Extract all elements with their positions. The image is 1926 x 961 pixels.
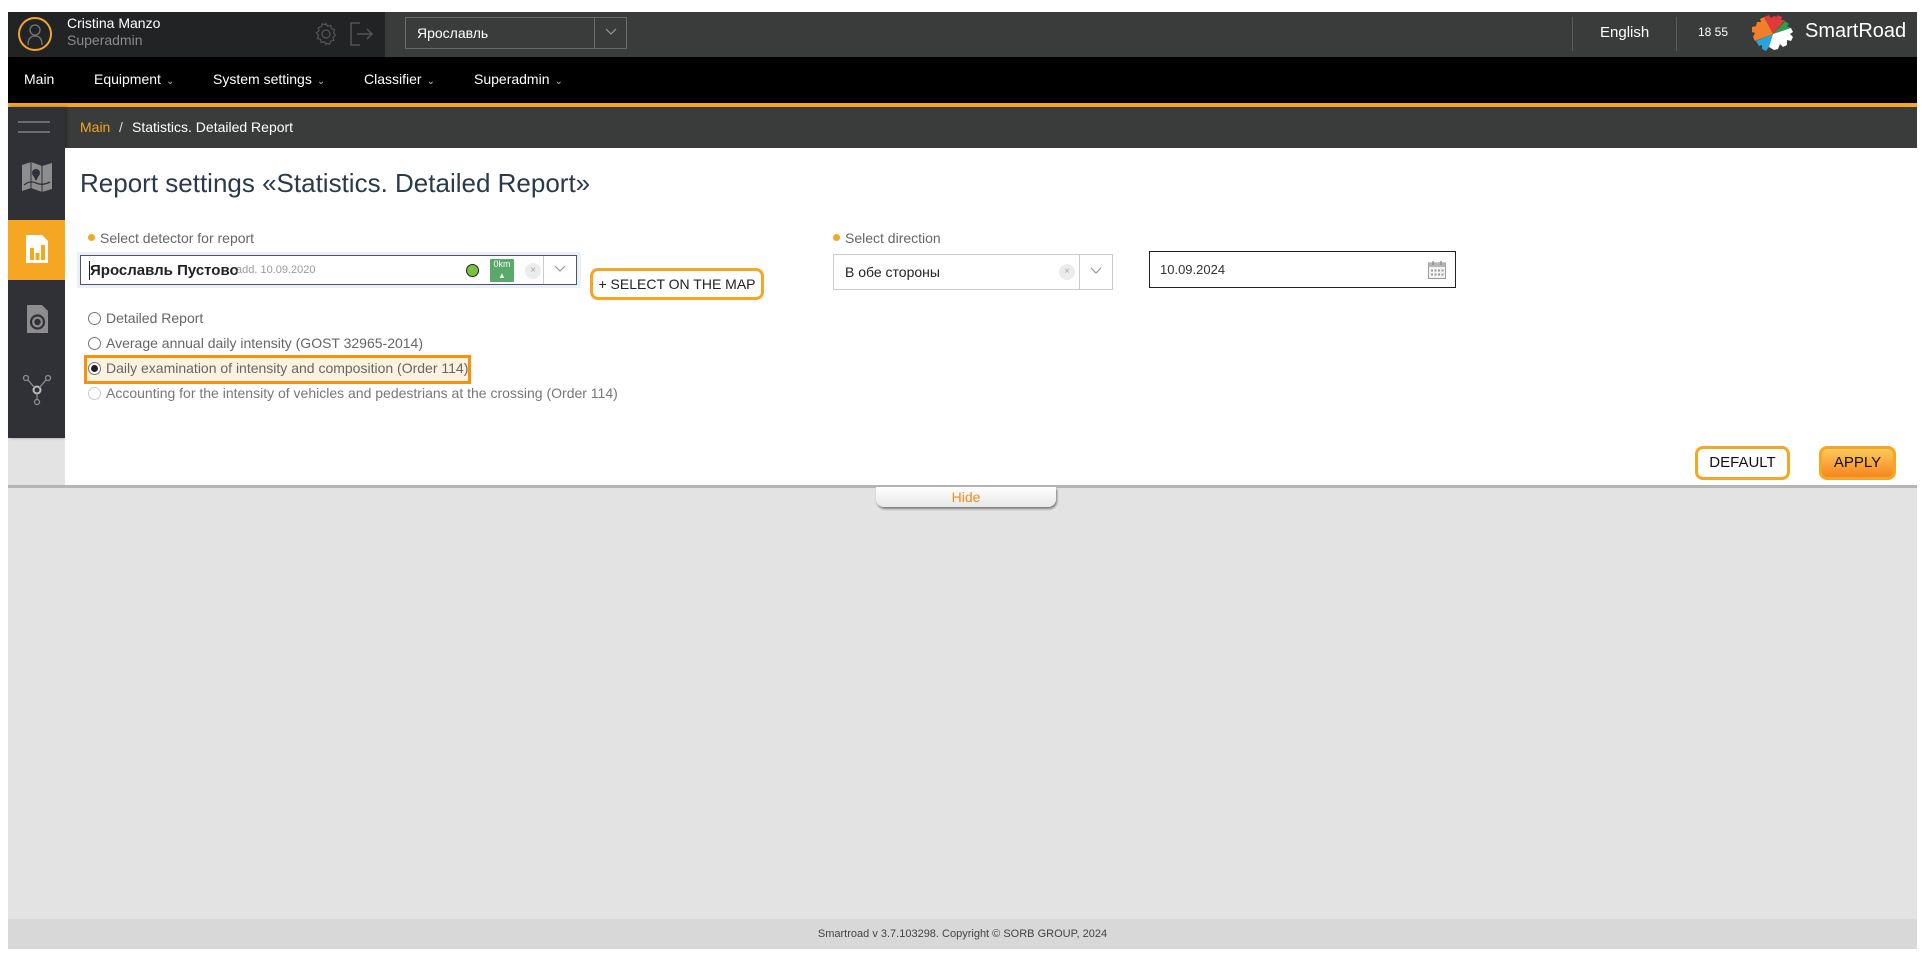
report-settings-panel: Report settings «Statistics. Detailed Re…: [65, 148, 1917, 485]
breadcrumb-current: Statistics. Detailed Report: [132, 119, 294, 135]
footer: Smartroad v 3.7.103298. Copyright © SORB…: [8, 919, 1917, 949]
direction-select[interactable]: В обе стороны ×: [833, 254, 1113, 290]
apply-button[interactable]: APPLY: [1819, 446, 1896, 480]
report-type-option[interactable]: Accounting for the intensity of vehicles…: [88, 385, 618, 401]
option-label: Average annual daily intensity (GOST 329…: [106, 335, 424, 351]
report-type-option[interactable]: Average annual daily intensity (GOST 329…: [88, 335, 423, 351]
required-dot: [833, 234, 840, 241]
calendar-icon[interactable]: [1427, 260, 1447, 280]
header-divider: [1676, 17, 1677, 51]
chevron-down-icon: ⌄: [165, 76, 175, 87]
report-chart-icon: [26, 235, 48, 263]
detector-status-dot: [466, 264, 479, 277]
brand-name: SmartRoad: [1805, 20, 1907, 42]
option-label: Daily examination of intensity and compo…: [106, 360, 469, 376]
user-icon: [27, 24, 43, 46]
chevron-down-icon: [554, 265, 566, 272]
required-dot: [88, 234, 95, 241]
network-nodes-icon: [22, 374, 52, 406]
hamburger-menu-icon[interactable]: [18, 121, 50, 141]
logout-icon[interactable]: [348, 21, 374, 47]
triangle-up-icon: ▲: [498, 271, 506, 280]
radio-button[interactable]: [88, 387, 101, 400]
sidebar: [8, 107, 65, 438]
app-window: Cristina Manzo Superadmin Ярославль Engl…: [8, 12, 1917, 949]
date-value: 10.09.2024: [1160, 262, 1226, 277]
nav-item-equipment[interactable]: Equipment ⌄: [94, 71, 174, 87]
date-input[interactable]: 10.09.2024: [1149, 251, 1456, 288]
breadcrumb-main-link[interactable]: Main: [80, 119, 110, 135]
clock: 18 55: [1698, 25, 1729, 39]
nav-item-classifier[interactable]: Classifier ⌄: [364, 71, 435, 87]
nav-item-label: Classifier: [364, 71, 422, 87]
sidebar-item-map[interactable]: [8, 148, 65, 208]
sidebar-item-devices[interactable]: [8, 290, 65, 350]
nav-item-system-settings[interactable]: System settings ⌄: [213, 71, 325, 87]
hide-panel-button[interactable]: Hide: [876, 487, 1056, 507]
detector-added-date: add. 10.09.2020: [236, 264, 316, 276]
nav-item-main[interactable]: Main: [24, 71, 54, 87]
nav-item-label: Equipment: [94, 71, 161, 87]
detector-select-wrapper: Ярославль Пустово add. 10.09.2020 0km ▲ ×: [77, 252, 581, 288]
camera-device-icon: [27, 305, 48, 333]
detector-dropdown-toggle[interactable]: [543, 256, 576, 284]
user-role: Superadmin: [67, 32, 143, 48]
report-type-option[interactable]: Detailed Report: [88, 310, 203, 326]
direction-label: Select direction: [833, 230, 941, 246]
breadcrumb: Main / Statistics. Detailed Report: [65, 107, 1917, 148]
language-switch[interactable]: English: [1600, 24, 1649, 41]
detector-name: Ярославль Пустово: [90, 262, 239, 279]
breadcrumb-separator: /: [119, 119, 123, 135]
direction-label-text: Select direction: [845, 230, 941, 246]
radio-button[interactable]: [88, 312, 101, 325]
nav-item-label: System settings: [213, 71, 312, 87]
map-icon: [22, 162, 52, 192]
chevron-down-icon: ⌄: [426, 76, 435, 87]
sidebar-item-reports[interactable]: [8, 220, 65, 280]
radio-button[interactable]: [88, 337, 101, 350]
clear-detector-button[interactable]: ×: [525, 263, 541, 279]
city-select-value: Ярославль: [417, 25, 489, 41]
header-divider: [1572, 17, 1573, 51]
clear-direction-button[interactable]: ×: [1059, 264, 1075, 280]
detector-select[interactable]: Ярославль Пустово add. 10.09.2020 0km ▲ ×: [80, 255, 577, 285]
user-block: Cristina Manzo Superadmin: [8, 12, 385, 57]
detector-label-text: Select detector for report: [100, 230, 255, 246]
chevron-down-icon: [605, 28, 617, 35]
report-type-option[interactable]: Daily examination of intensity and compo…: [88, 360, 468, 376]
avatar[interactable]: [18, 17, 52, 51]
detector-label: Select detector for report: [88, 230, 254, 246]
chevron-down-icon: ⌄: [554, 76, 563, 87]
direction-value: В обе стороны: [845, 264, 940, 280]
nav-item-label: Superadmin: [474, 71, 550, 87]
sidebar-item-network[interactable]: [8, 360, 65, 420]
chevron-down-icon: [1090, 267, 1102, 274]
option-label: Accounting for the intensity of vehicles…: [106, 385, 618, 401]
direction-dropdown-toggle[interactable]: [1079, 255, 1112, 289]
city-select[interactable]: Ярославль: [405, 17, 627, 49]
city-select-toggle[interactable]: [594, 18, 626, 48]
nav-item-superadmin[interactable]: Superadmin ⌄: [474, 71, 563, 87]
smartroad-logo-icon: [1752, 15, 1793, 51]
top-header: Cristina Manzo Superadmin Ярославль Engl…: [8, 12, 1917, 57]
main-nav: Main Equipment ⌄ System settings ⌄ Classif…: [8, 57, 1917, 103]
km-badge-text: 0km: [493, 259, 511, 269]
radio-button[interactable]: [88, 362, 101, 375]
chevron-down-icon: ⌄: [316, 76, 326, 87]
nav-item-label: Main: [24, 71, 55, 87]
km-badge: 0km ▲: [490, 259, 514, 282]
gear-icon[interactable]: [314, 22, 338, 46]
page-title: Report settings «Statistics. Detailed Re…: [80, 168, 591, 198]
default-button[interactable]: DEFAULT: [1695, 446, 1790, 480]
user-name: Cristina Manzo: [67, 15, 161, 31]
select-on-map-button[interactable]: + SELECT ON THE MAP: [590, 268, 764, 300]
option-label: Detailed Report: [106, 310, 204, 326]
